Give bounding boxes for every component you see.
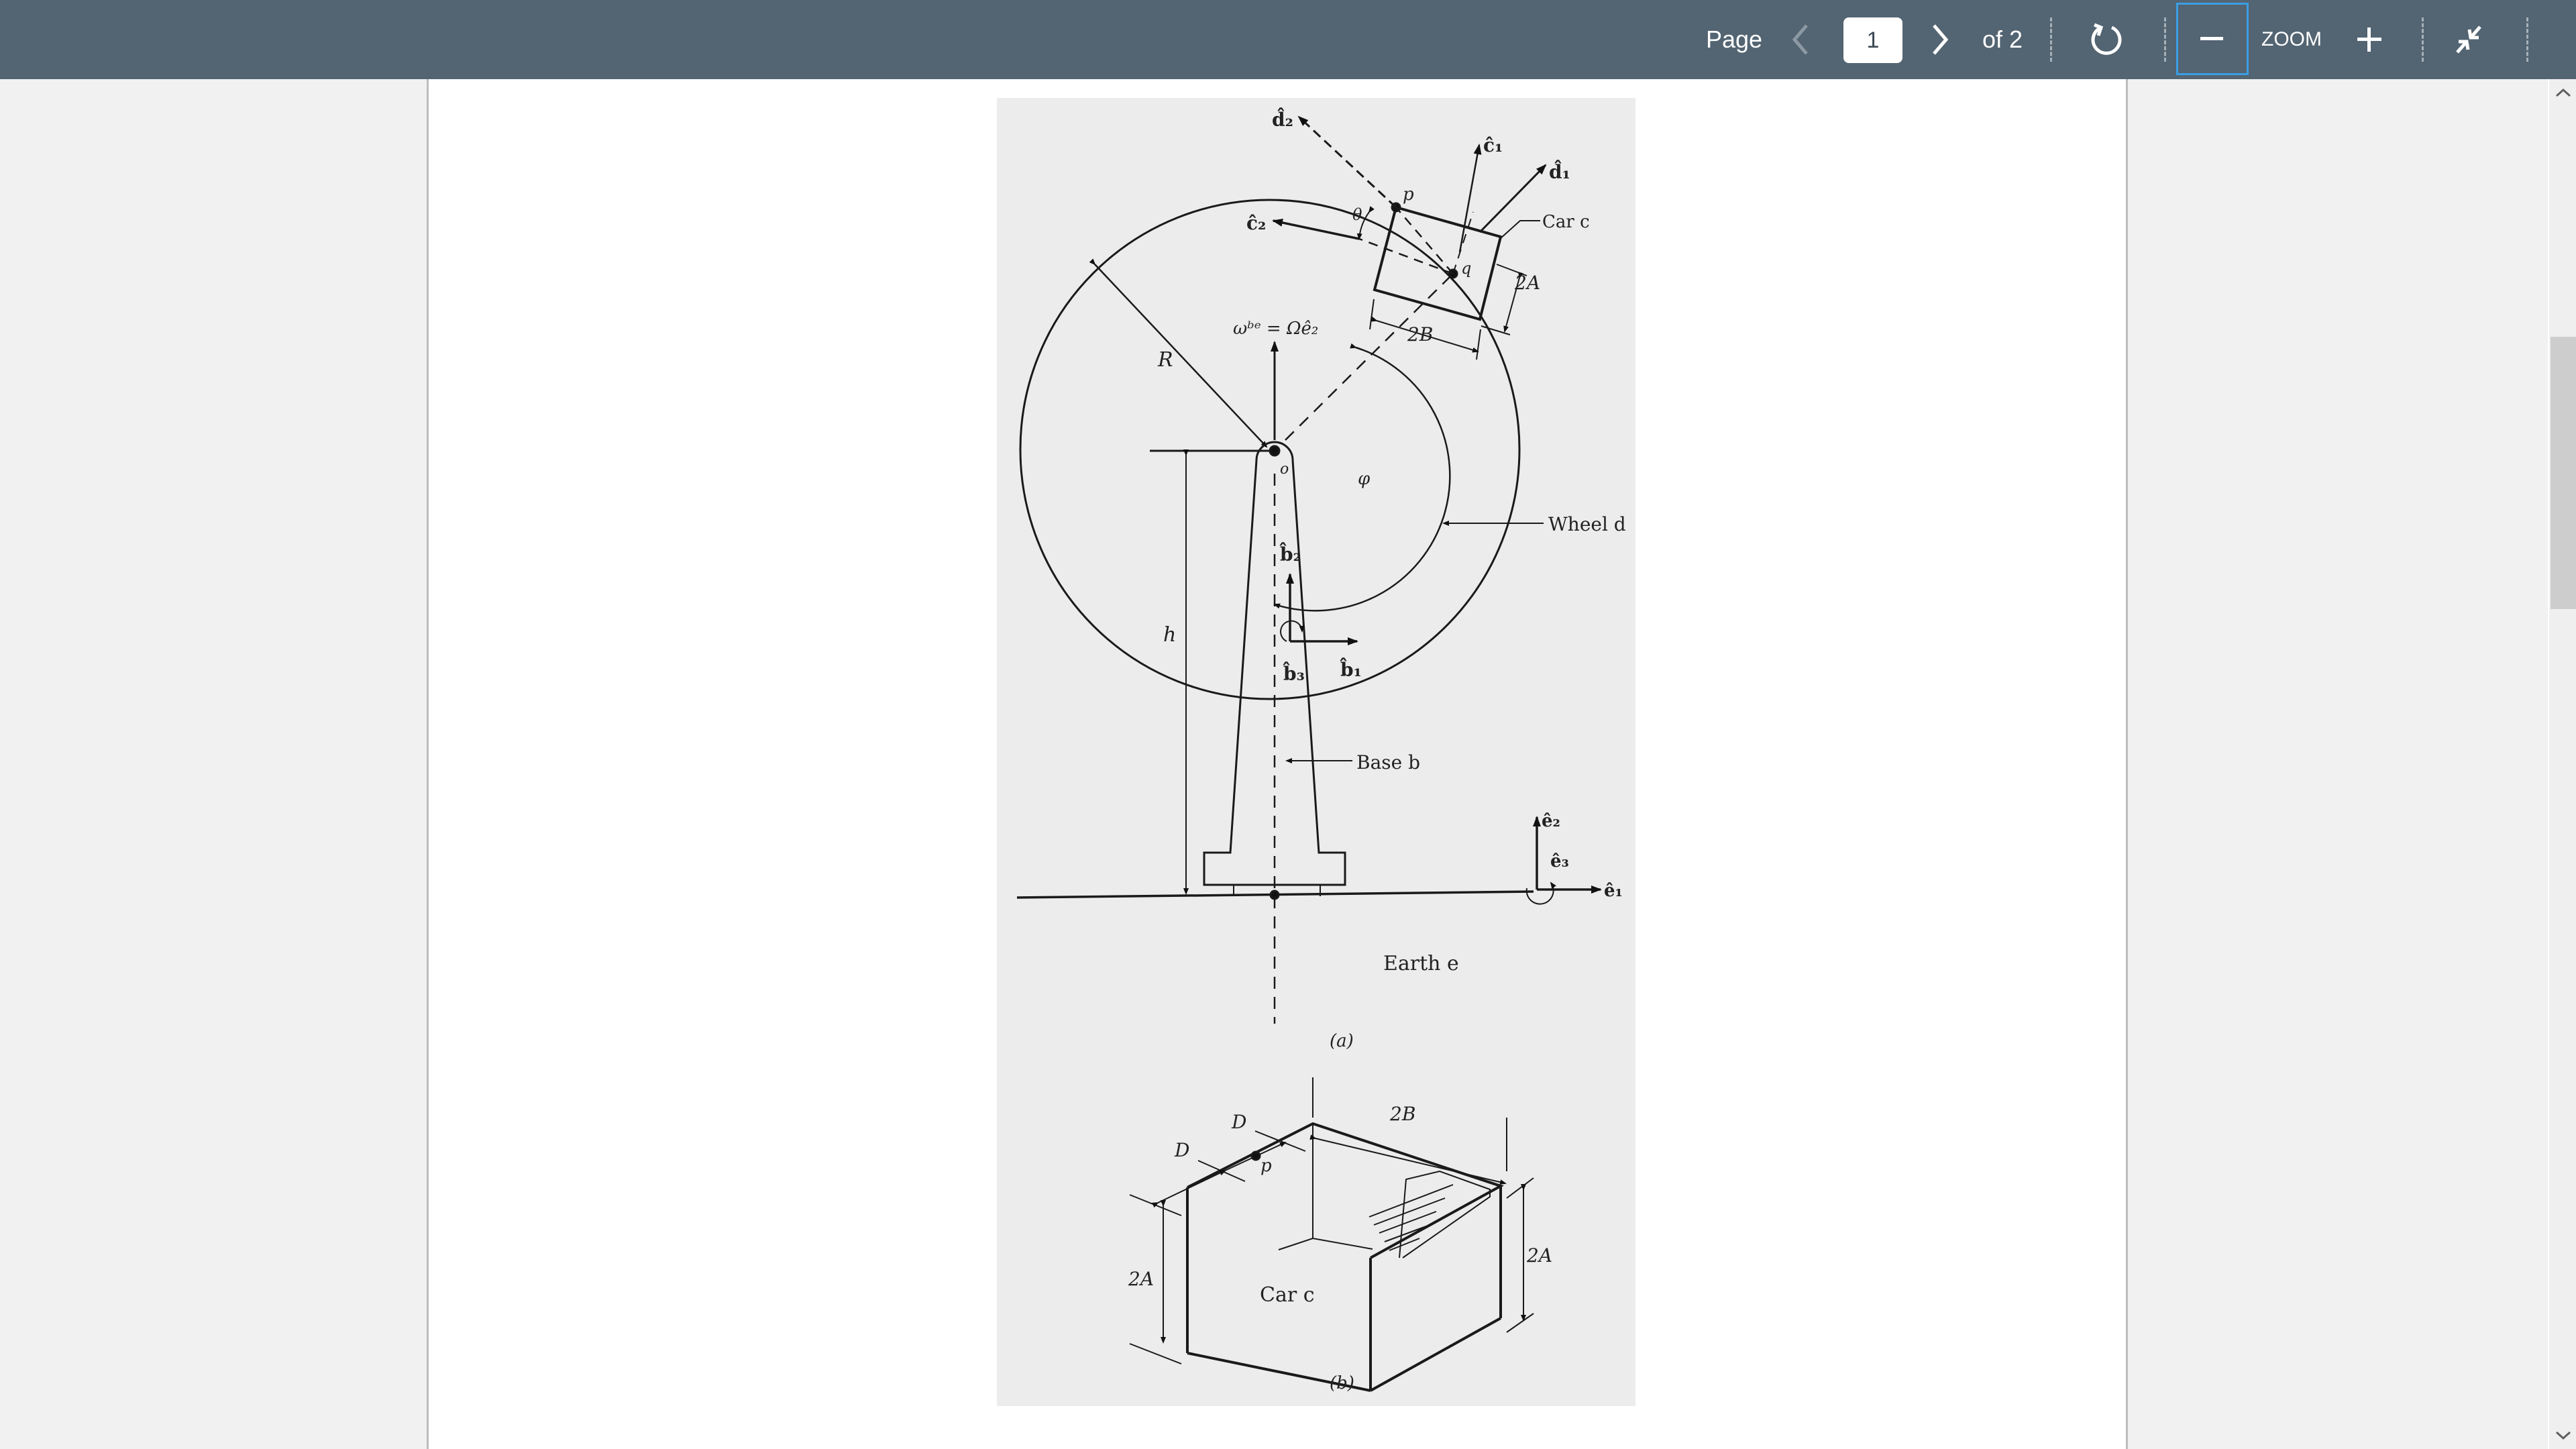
previous-page-button[interactable] bbox=[1784, 0, 1817, 79]
c2-axis bbox=[1272, 219, 1360, 240]
line-o-to-q bbox=[1285, 273, 1454, 441]
label-e3: ê₃ bbox=[1550, 851, 1569, 871]
page-label: Page bbox=[1705, 25, 1763, 53]
page-number-input[interactable] bbox=[1843, 17, 1902, 63]
label-d2: d̂₂ bbox=[1272, 108, 1293, 131]
label-earth: Earth e bbox=[1383, 952, 1459, 975]
label-p-b: p bbox=[1260, 1156, 1272, 1176]
dimension-2B-b bbox=[1309, 1134, 1507, 1185]
label-c1: ĉ₁ bbox=[1483, 134, 1503, 156]
scroll-up-button[interactable] bbox=[2549, 79, 2576, 106]
caption-a: (a) bbox=[1330, 1031, 1354, 1051]
toolbar-divider bbox=[2422, 17, 2424, 62]
label-car-a: Car c bbox=[1542, 212, 1590, 232]
label-D-upper: D bbox=[1231, 1111, 1246, 1133]
label-2A-b-left: 2A bbox=[1128, 1268, 1154, 1290]
d1-axis bbox=[1479, 164, 1547, 233]
label-b2: b̂₂ bbox=[1279, 543, 1301, 566]
exit-fullscreen-button[interactable] bbox=[2443, 0, 2494, 79]
label-wheel: Wheel d bbox=[1548, 513, 1626, 535]
label-phi: φ bbox=[1358, 469, 1371, 489]
vertical-scrollbar[interactable] bbox=[2548, 79, 2576, 1449]
radius-R bbox=[1089, 258, 1268, 448]
label-b3: b̂₃ bbox=[1282, 662, 1304, 685]
toolbar-divider bbox=[2050, 17, 2052, 62]
label-2A-b-right: 2A bbox=[1526, 1244, 1552, 1267]
label-2A-a: 2A bbox=[1514, 272, 1540, 294]
point-o bbox=[1269, 445, 1281, 457]
label-e2: ê₂ bbox=[1542, 811, 1560, 831]
c1-axis bbox=[1458, 144, 1482, 253]
collapse-arrows-icon bbox=[2456, 25, 2481, 54]
scrollbar-thumb[interactable] bbox=[2551, 337, 2576, 609]
label-2B-a: 2B bbox=[1407, 323, 1433, 345]
minus-icon bbox=[2200, 37, 2223, 40]
label-h: h bbox=[1163, 623, 1176, 647]
label-c2: ĉ₂ bbox=[1246, 212, 1266, 234]
pdf-page: d̂₂ ĉ₁ d̂₁ p θ ĉ₂ Car c q 2A 2B ωᵇᵉ = Ωê… bbox=[427, 79, 2128, 1449]
caption-b: (b) bbox=[1330, 1373, 1354, 1393]
rotate-button[interactable] bbox=[2081, 0, 2132, 79]
chevron-left-icon bbox=[1792, 24, 1808, 55]
zoom-in-button[interactable] bbox=[2344, 0, 2395, 79]
scroll-down-button[interactable] bbox=[2549, 1422, 2576, 1449]
label-omega: ωᵇᵉ = Ωê₂ bbox=[1233, 319, 1318, 339]
toolbar-divider bbox=[2164, 17, 2166, 62]
dimension-D-lower bbox=[1152, 1170, 1226, 1208]
chevron-down-icon bbox=[2555, 1431, 2571, 1440]
chevron-up-icon bbox=[2555, 88, 2571, 97]
scanned-figure: d̂₂ ĉ₁ d̂₁ p θ ĉ₂ Car c q 2A 2B ωᵇᵉ = Ωê… bbox=[997, 98, 1635, 1406]
label-D-lower: D bbox=[1174, 1139, 1189, 1161]
zoom-label: ZOOM bbox=[2261, 28, 2322, 50]
label-q: q bbox=[1461, 259, 1471, 278]
label-o: o bbox=[1280, 461, 1289, 478]
d2-axis bbox=[1297, 115, 1397, 209]
car-c-top-view bbox=[1373, 205, 1503, 321]
label-d1: d̂₁ bbox=[1549, 160, 1570, 183]
plus-icon bbox=[2357, 28, 2381, 52]
label-theta: θ bbox=[1352, 205, 1362, 224]
label-b1: b̂₁ bbox=[1339, 658, 1361, 681]
point-p-b bbox=[1250, 1150, 1261, 1161]
pdf-toolbar: Page of 2 ZOOM bbox=[0, 0, 2576, 79]
label-R: R bbox=[1157, 348, 1173, 372]
next-page-button[interactable] bbox=[1924, 0, 1956, 79]
label-e1: ê₁ bbox=[1604, 881, 1623, 901]
label-p: p bbox=[1403, 184, 1414, 205]
figure-drawing: d̂₂ ĉ₁ d̂₁ p θ ĉ₂ Car c q 2A 2B ωᵇᵉ = Ωê… bbox=[1016, 108, 1626, 1393]
label-2B-b: 2B bbox=[1389, 1103, 1415, 1125]
page-count-label: of 2 bbox=[1982, 25, 2023, 53]
toolbar-divider bbox=[2526, 17, 2528, 62]
rotate-clockwise-icon bbox=[2091, 23, 2122, 55]
document-viewer: d̂₂ ĉ₁ d̂₁ p θ ĉ₂ Car c q 2A 2B ωᵇᵉ = Ωê… bbox=[0, 79, 2548, 1449]
car-box-top bbox=[1187, 1122, 1504, 1259]
chevron-right-icon bbox=[1933, 24, 1949, 55]
label-base: Base b bbox=[1356, 751, 1420, 773]
label-car-b: Car c bbox=[1260, 1283, 1315, 1307]
zoom-out-button[interactable] bbox=[2176, 3, 2249, 75]
stairs bbox=[1368, 1170, 1491, 1258]
